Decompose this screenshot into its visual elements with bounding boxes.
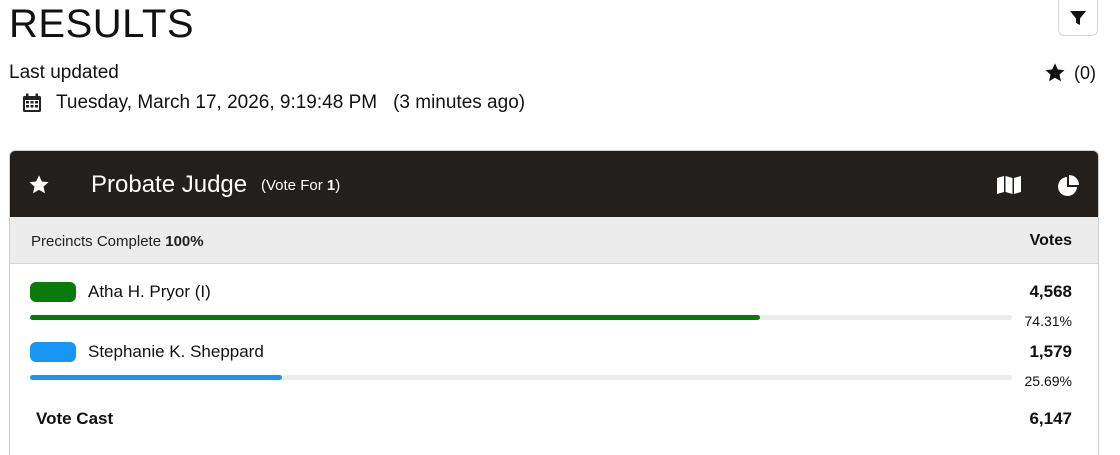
candidate-percent: 74.31%: [1024, 313, 1072, 329]
vote-for-label: (Vote For 1): [261, 177, 340, 194]
precincts-label: Precincts Complete: [31, 233, 162, 250]
candidate-color-swatch: [30, 342, 76, 362]
vote-cast-total: 6,147: [1029, 409, 1072, 428]
pie-chart-icon[interactable]: [1056, 174, 1080, 198]
last-updated-timestamp: Tuesday, March 17, 2026, 9:19:48 PM (3 m…: [22, 92, 525, 114]
star-icon[interactable]: [28, 174, 50, 196]
votes-column-header: Votes: [1029, 232, 1072, 249]
candidate-votes: 4,568: [1029, 282, 1072, 301]
vote-share-bar: [30, 375, 1012, 380]
calendar-icon: [23, 93, 41, 112]
relative-time: (3 minutes ago): [393, 92, 526, 113]
vote-for-prefix: (Vote For: [261, 177, 327, 194]
vote-share-fill: [30, 375, 283, 380]
precincts-value: 100%: [165, 233, 204, 250]
vote-for-number: 1: [326, 177, 336, 194]
contest-title: Probate Judge: [91, 171, 248, 198]
candidate-row: Atha H. Pryor (I) 4,568 74.31%: [10, 282, 1098, 342]
star-icon: [1045, 63, 1065, 82]
last-updated-label: Last updated: [9, 62, 119, 83]
precincts-complete: Precincts Complete 100%: [31, 233, 204, 250]
filter-button[interactable]: [1058, 0, 1098, 36]
candidate-name: Atha H. Pryor (I): [88, 282, 211, 301]
candidate-votes: 1,579: [1029, 342, 1072, 361]
vote-share-bar: [30, 315, 1012, 320]
vote-cast-row: Vote Cast 6,147: [10, 409, 1098, 439]
favorites-filter[interactable]: (0): [1044, 62, 1096, 84]
contest-header: Probate Judge (Vote For 1): [10, 151, 1098, 217]
map-icon[interactable]: [996, 175, 1022, 195]
page-title: RESULTS: [9, 2, 195, 46]
favorites-count: (0): [1074, 62, 1096, 83]
vote-cast-label: Vote Cast: [36, 409, 114, 428]
precincts-bar: Precincts Complete 100% Votes: [10, 217, 1098, 264]
contest-card: Probate Judge (Vote For 1) Precincts Com…: [9, 150, 1099, 455]
candidate-color-swatch: [30, 282, 76, 302]
candidate-percent: 25.69%: [1024, 373, 1072, 389]
timestamp-text: Tuesday, March 17, 2026, 9:19:48 PM: [56, 92, 378, 113]
candidate-row: Stephanie K. Sheppard 1,579 25.69%: [10, 342, 1098, 402]
filter-icon: [1070, 10, 1086, 25]
candidate-name: Stephanie K. Sheppard: [88, 342, 264, 361]
vote-share-fill: [30, 315, 760, 320]
vote-for-suffix: ): [335, 177, 341, 194]
